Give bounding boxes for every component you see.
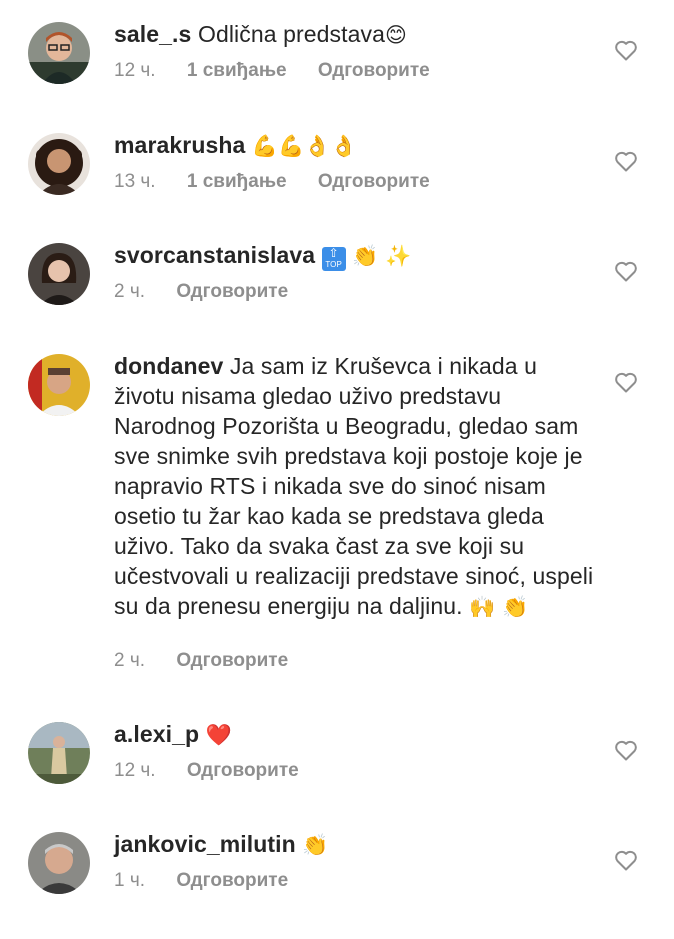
comment-time: 1 ч. (114, 870, 146, 891)
comment-time: 12 ч. (114, 760, 156, 781)
comment-text: jankovic_milutin 👏 (114, 829, 594, 860)
comment-emoji: 😊 (385, 23, 408, 47)
comment-emoji: 🙌 👏 (469, 595, 529, 619)
comment-meta: 13 ч. 1 свиђање Одговорите (114, 170, 456, 194)
avatar[interactable] (28, 133, 90, 195)
comment-meta: 2 ч. Одговорите (114, 649, 314, 673)
avatar[interactable] (28, 722, 90, 784)
reply-button[interactable]: Одговорите (176, 649, 288, 673)
comment-meta: 2 ч. Одговорите (114, 280, 314, 304)
reply-button[interactable]: Одговорите (318, 59, 430, 83)
comment-time: 13 ч. (114, 171, 156, 192)
comment-username[interactable]: marakrusha (114, 132, 245, 158)
comment-time: 12 ч. (114, 60, 156, 81)
comment-emoji: 👏 ✨ (352, 244, 412, 268)
heart-outline-icon[interactable] (614, 150, 638, 172)
comment-meta: 12 ч. 1 свиђање Одговорите (114, 59, 456, 83)
comment-text: dondanev Ja sam iz Kruševca i nikada u ž… (114, 351, 594, 622)
comment-text: svorcanstanislava ⇧ TOP 👏 ✨ (114, 240, 594, 271)
avatar[interactable] (28, 22, 90, 84)
comment-emoji: ❤️ (205, 723, 232, 747)
comment-time: 2 ч. (114, 650, 146, 671)
comment-username[interactable]: svorcanstanislava (114, 242, 315, 268)
reply-button[interactable]: Одговорите (318, 170, 430, 194)
comment-username[interactable]: a.lexi_p (114, 721, 199, 747)
avatar[interactable] (28, 832, 90, 894)
like-count-link[interactable]: 1 свиђање (187, 59, 287, 83)
comment-message: Odlična predstava (197, 21, 386, 47)
avatar[interactable] (28, 243, 90, 305)
reply-button[interactable]: Одговорите (176, 869, 288, 893)
comment-emoji: 💪💪👌👌 (251, 134, 357, 158)
heart-outline-icon[interactable] (614, 260, 638, 282)
comment-text: marakrusha 💪💪👌👌 (114, 130, 594, 161)
reply-button[interactable]: Одговорите (176, 280, 288, 304)
comment-meta: 12 ч. Одговорите (114, 759, 325, 783)
reply-button[interactable]: Одговорите (187, 759, 299, 783)
heart-outline-icon[interactable] (614, 371, 638, 393)
top-badge-icon: ⇧ TOP (321, 247, 346, 271)
top-badge-label: TOP (325, 260, 342, 269)
comment-message: Ja sam iz Kruševca i nikada u životu nis… (114, 353, 594, 619)
comment-text: sale_.s Odlična predstava😊 (114, 19, 594, 50)
comment-time: 2 ч. (114, 281, 146, 302)
comment-username[interactable]: sale_.s (114, 21, 191, 47)
avatar[interactable] (28, 354, 90, 416)
comment-emoji: 👏 (302, 833, 329, 857)
comment-text: a.lexi_p ❤️ (114, 719, 594, 750)
comment-meta: 1 ч. Одговорите (114, 869, 314, 893)
heart-outline-icon[interactable] (614, 849, 638, 871)
like-count-link[interactable]: 1 свиђање (187, 170, 287, 194)
comment-username[interactable]: dondanev (114, 353, 223, 379)
heart-outline-icon[interactable] (614, 39, 638, 61)
heart-outline-icon[interactable] (614, 739, 638, 761)
comment-username[interactable]: jankovic_milutin (114, 831, 296, 857)
